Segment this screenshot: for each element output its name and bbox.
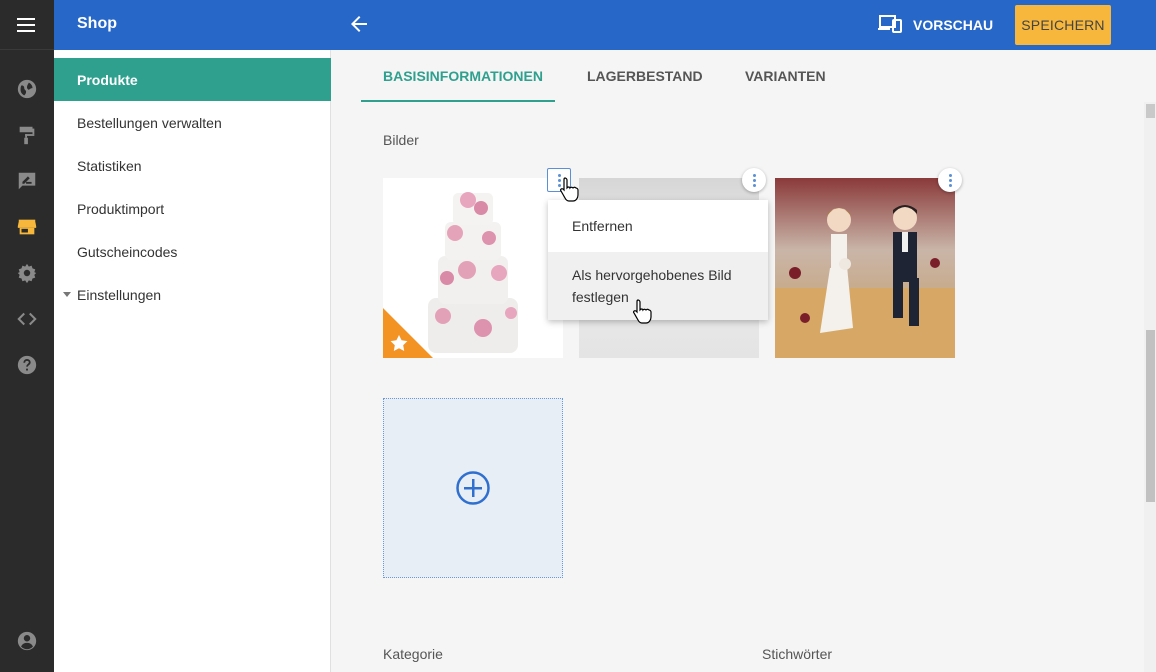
main-content: BASISINFORMATIONEN LAGERBESTAND VARIANTE… (331, 50, 1156, 672)
edit-note-icon[interactable] (15, 169, 39, 193)
add-circle-icon (456, 471, 490, 505)
sidebar-item-label: Einstellungen (77, 286, 162, 303)
scroll-thumb[interactable] (1146, 330, 1155, 502)
image-menu-button[interactable] (938, 168, 962, 192)
sidebar-item-label: Bestellungen verwalten (77, 114, 222, 131)
account-icon[interactable] (15, 629, 39, 653)
icon-rail (0, 0, 54, 672)
tags-label: Stichwörter (762, 646, 833, 662)
image-context-menu: Entfernen Als hervorgehobenes Bild festl… (548, 200, 768, 320)
sidebar-item-statistiken[interactable]: Statistiken (54, 144, 331, 187)
sidebar-item-label: Produktimport (77, 200, 165, 217)
caret-down-icon (63, 292, 71, 297)
menu-item-set-featured[interactable]: Als hervorgehobenes Bild festlegen (548, 252, 768, 320)
scrollbar[interactable] (1144, 102, 1156, 672)
tab-basisinformationen[interactable]: BASISINFORMATIONEN (383, 68, 543, 84)
app-title: Shop (77, 15, 117, 32)
paint-roller-icon[interactable] (15, 123, 39, 147)
store-icon[interactable] (15, 215, 39, 239)
scroll-up-button[interactable] (1146, 104, 1155, 118)
sidebar-item-produkte[interactable]: Produkte (54, 58, 331, 101)
images-section-label: Bilder (383, 132, 419, 148)
menu-item-remove[interactable]: Entfernen (548, 200, 768, 252)
help-icon[interactable] (15, 353, 39, 377)
active-tab-indicator (361, 100, 555, 102)
cake-image (383, 178, 563, 358)
category-label: Kategorie (383, 646, 443, 662)
top-bar: Shop VORSCHAU SPEICHERN (54, 0, 1156, 50)
product-image-couple[interactable] (775, 178, 955, 358)
hand-cursor-icon (632, 298, 654, 329)
sidebar-item-bestellungen[interactable]: Bestellungen verwalten (54, 101, 331, 144)
sidebar: Produkte Bestellungen verwalten Statisti… (54, 50, 331, 672)
sidebar-item-label: Produkte (77, 71, 138, 88)
sidebar-item-label: Gutscheincodes (77, 243, 178, 260)
gear-icon[interactable] (15, 261, 39, 285)
hand-cursor-icon (559, 176, 581, 207)
code-icon[interactable] (15, 307, 39, 331)
add-image-button[interactable] (383, 398, 563, 578)
back-arrow-icon[interactable] (347, 12, 371, 36)
menu-icon[interactable] (0, 0, 54, 50)
sidebar-item-label: Statistiken (77, 157, 142, 174)
globe-icon[interactable] (15, 77, 39, 101)
sidebar-item-gutscheincodes[interactable]: Gutscheincodes (54, 230, 331, 273)
sidebar-item-produktimport[interactable]: Produktimport (54, 187, 331, 230)
save-button[interactable]: SPEICHERN (1015, 5, 1111, 45)
couple-image (775, 178, 955, 358)
tab-lagerbestand[interactable]: LAGERBESTAND (587, 68, 703, 84)
sidebar-item-einstellungen[interactable]: Einstellungen (54, 273, 331, 316)
preview-label: VORSCHAU (913, 17, 994, 33)
product-image-cake[interactable] (383, 178, 563, 358)
image-menu-button[interactable] (742, 168, 766, 192)
preview-button[interactable]: VORSCHAU (878, 14, 993, 36)
tab-varianten[interactable]: VARIANTEN (745, 68, 826, 84)
devices-icon (878, 14, 903, 36)
